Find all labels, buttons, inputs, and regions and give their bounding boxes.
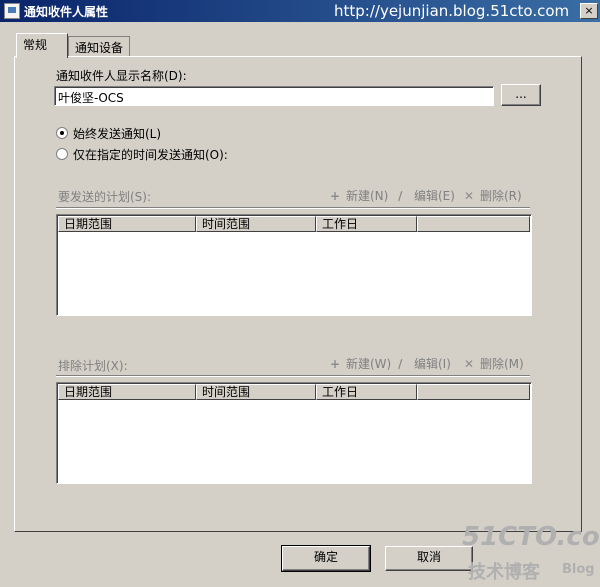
title-bar: 通知收件人属性 http://yejunjian.blog.51cto.com … [0, 0, 600, 22]
exclude-schedule-label: 排除计划(X): [58, 359, 128, 373]
column-header-time-range[interactable]: 时间范围 [196, 216, 316, 232]
column-header-filler [417, 216, 530, 232]
delete-x-icon: ✕ [464, 189, 475, 203]
column-header-filler [417, 384, 530, 400]
column-header-date-range[interactable]: 日期范围 [58, 384, 196, 400]
exclude-delete-button[interactable]: ✕ 删除(M) [464, 355, 524, 372]
close-button[interactable]: × [580, 3, 598, 19]
watermark-logo: 51CTO.com [462, 522, 600, 552]
column-header-weekdays[interactable]: 工作日 [316, 384, 417, 400]
cancel-button-label: 取消 [416, 550, 441, 564]
close-icon: × [584, 4, 594, 17]
tab-general[interactable]: 常规 [16, 33, 68, 58]
window-icon [4, 3, 20, 19]
column-header-date-range[interactable]: 日期范围 [58, 216, 196, 232]
send-schedule-list[interactable]: 日期范围 时间范围 工作日 [56, 214, 532, 316]
exclude-edit-button[interactable]: ∕ 编辑(I) [398, 355, 451, 372]
delete-x-icon: ✕ [464, 357, 475, 371]
ok-button-label: 确定 [313, 550, 338, 564]
plus-icon: + [330, 357, 341, 371]
send-schedule-divider [56, 207, 530, 209]
column-header-weekdays[interactable]: 工作日 [316, 216, 417, 232]
watermark-blog: Blog [562, 562, 595, 577]
radio-specified-time[interactable] [56, 148, 68, 160]
display-name-label: 通知收件人显示名称(D): [56, 69, 187, 83]
send-schedule-label: 要发送的计划(S): [58, 190, 152, 204]
watermark-url: http://yejunjian.blog.51cto.com [334, 2, 570, 20]
column-header-time-range[interactable]: 时间范围 [196, 384, 316, 400]
exclude-schedule-list[interactable]: 日期范围 时间范围 工作日 [56, 382, 532, 484]
tab-notification-devices[interactable]: 通知设备 [68, 36, 130, 56]
tab-general-label: 常规 [23, 38, 48, 52]
send-new-button[interactable]: + 新建(N) [330, 187, 388, 204]
radio-always-send[interactable] [56, 127, 68, 139]
pencil-icon: ∕ [398, 189, 403, 203]
radio-always-send-label[interactable]: 始终发送通知(L) [73, 125, 161, 142]
ok-button[interactable]: 确定 [281, 545, 371, 572]
watermark-tech-blog: 技术博客 [468, 562, 540, 583]
exclude-schedule-divider [56, 375, 530, 377]
exclude-new-button[interactable]: + 新建(W) [330, 355, 391, 372]
display-name-input[interactable]: 叶俊坚-OCS [54, 86, 494, 106]
window-title: 通知收件人属性 [24, 5, 109, 19]
display-name-value: 叶俊坚-OCS [58, 91, 124, 105]
cancel-button[interactable]: 取消 [385, 546, 473, 571]
browse-button[interactable]: ... [501, 84, 541, 106]
pencil-icon: ∕ [398, 357, 403, 371]
radio-specified-time-label[interactable]: 仅在指定的时间发送通知(O): [73, 146, 228, 163]
plus-icon: + [330, 189, 341, 203]
send-delete-button[interactable]: ✕ 删除(R) [464, 187, 522, 204]
tab-devices-label: 通知设备 [75, 41, 124, 55]
browse-button-label: ... [515, 87, 527, 101]
send-edit-button[interactable]: ∕ 编辑(E) [398, 187, 455, 204]
